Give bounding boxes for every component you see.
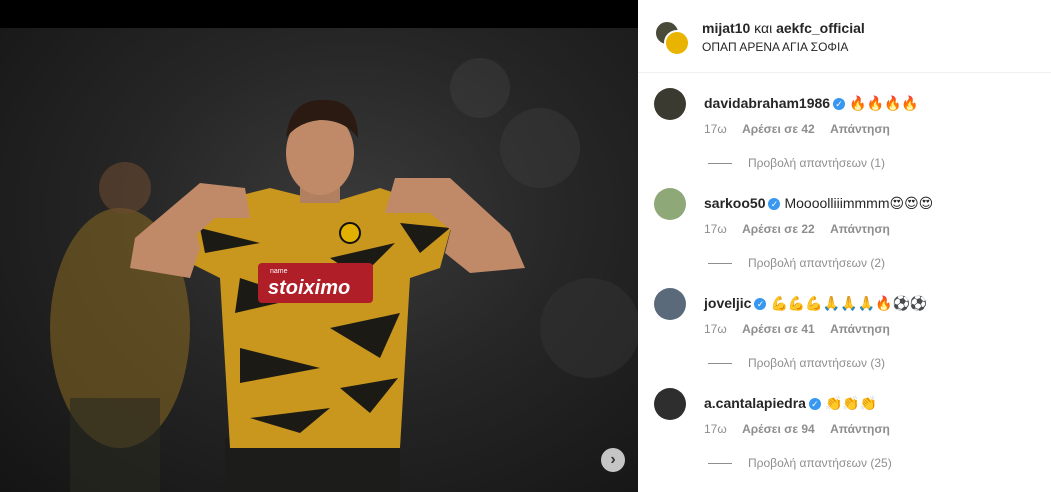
- comment-time[interactable]: 17ω: [704, 322, 727, 336]
- avatar[interactable]: [654, 188, 686, 220]
- next-image-button[interactable]: ›: [601, 448, 625, 472]
- avatar[interactable]: [654, 88, 686, 120]
- divider: [708, 363, 732, 365]
- avatar[interactable]: [654, 388, 686, 420]
- reply-button[interactable]: Απάντηση: [830, 322, 890, 336]
- divider: [708, 263, 732, 265]
- verified-icon: ✓: [833, 98, 846, 111]
- comment-text: 👏👏👏: [824, 395, 878, 411]
- comment-likes[interactable]: Αρέσει σε 42: [742, 122, 815, 136]
- view-replies-button[interactable]: Προβολή απαντήσεων (25): [708, 456, 892, 470]
- view-replies-button[interactable]: Προβολή απαντήσεων (2): [708, 256, 885, 270]
- comment-time[interactable]: 17ω: [704, 422, 727, 436]
- comment-likes[interactable]: Αρέσει σε 94: [742, 422, 815, 436]
- comment-time[interactable]: 17ω: [704, 222, 727, 236]
- view-replies-button[interactable]: Προβολή απαντήσεων (3): [708, 356, 885, 370]
- view-replies-label: Προβολή απαντήσεων (2): [748, 256, 886, 270]
- post-header: mijat10 και aekfc_official ΟΠΑΠ ΑΡΕΝΑ ΑΓ…: [638, 0, 1051, 73]
- view-replies-label: Προβολή απαντήσεων (1): [748, 156, 886, 170]
- comment-time[interactable]: 17ω: [704, 122, 727, 136]
- comment-line: joveljic ✓ 💪💪💪🙏🙏🙏🔥⚽⚽: [704, 295, 927, 312]
- comment-username[interactable]: a.cantalapiedra: [704, 395, 806, 411]
- post-authors: mijat10 και aekfc_official: [702, 20, 865, 36]
- comment-username[interactable]: sarkoo50: [704, 195, 765, 211]
- reply-button[interactable]: Απάντηση: [830, 122, 890, 136]
- divider: [708, 163, 732, 165]
- comment-likes[interactable]: Αρέσει σε 41: [742, 322, 815, 336]
- comments-panel: mijat10 και aekfc_official ΟΠΑΠ ΑΡΕΝΑ ΑΓ…: [638, 0, 1051, 492]
- view-replies-button[interactable]: Προβολή απαντήσεων (1): [708, 156, 885, 170]
- reply-button[interactable]: Απάντηση: [830, 222, 890, 236]
- comment-text: Moooolliiimmmm😍😍😍: [784, 195, 934, 211]
- comment-meta: 17ω Αρέσει σε 41 Απάντηση: [704, 322, 902, 336]
- avatar[interactable]: [664, 30, 690, 56]
- view-replies-label: Προβολή απαντήσεων (3): [748, 356, 886, 370]
- chevron-right-icon: ›: [610, 451, 616, 468]
- sponsor-small-text: name: [270, 268, 288, 275]
- collab-avatars[interactable]: [654, 20, 690, 56]
- comment-likes[interactable]: Αρέσει σε 22: [742, 222, 815, 236]
- comment-username[interactable]: joveljic: [704, 295, 751, 311]
- reply-button[interactable]: Απάντηση: [830, 422, 890, 436]
- author-username[interactable]: mijat10: [702, 20, 750, 36]
- sponsor-logo-text: stoiximo: [268, 277, 350, 299]
- comment-text: 💪💪💪🙏🙏🙏🔥⚽⚽: [770, 295, 928, 311]
- comment-line: a.cantalapiedra ✓ 👏👏👏: [704, 395, 877, 412]
- comment-username[interactable]: davidabraham1986: [704, 95, 830, 111]
- view-replies-label: Προβολή απαντήσεων (25): [748, 456, 892, 470]
- verified-icon: ✓: [754, 298, 767, 311]
- top-bar: [0, 0, 638, 28]
- comment-meta: 17ω Αρέσει σε 22 Απάντηση: [704, 222, 902, 236]
- post-location[interactable]: ΟΠΑΠ ΑΡΕΝΑ ΑΓΙΑ ΣΟΦΙΑ: [702, 40, 848, 54]
- verified-icon: ✓: [808, 398, 821, 411]
- post-image[interactable]: name stoiximo ›: [0, 28, 638, 492]
- player-illustration: name stoiximo: [50, 58, 638, 492]
- avatar[interactable]: [654, 288, 686, 320]
- comment-line: sarkoo50 ✓ Moooolliiimmmm😍😍😍: [704, 195, 933, 212]
- divider: [708, 463, 732, 465]
- comment-meta: 17ω Αρέσει σε 94 Απάντηση: [704, 422, 902, 436]
- verified-icon: ✓: [768, 198, 781, 211]
- comment-meta: 17ω Αρέσει σε 42 Απάντηση: [704, 122, 902, 136]
- author-connector: και: [754, 20, 773, 36]
- comment-text: 🔥🔥🔥🔥: [849, 95, 919, 111]
- comment-line: davidabraham1986 ✓ 🔥🔥🔥🔥: [704, 95, 919, 112]
- author-username[interactable]: aekfc_official: [776, 20, 865, 36]
